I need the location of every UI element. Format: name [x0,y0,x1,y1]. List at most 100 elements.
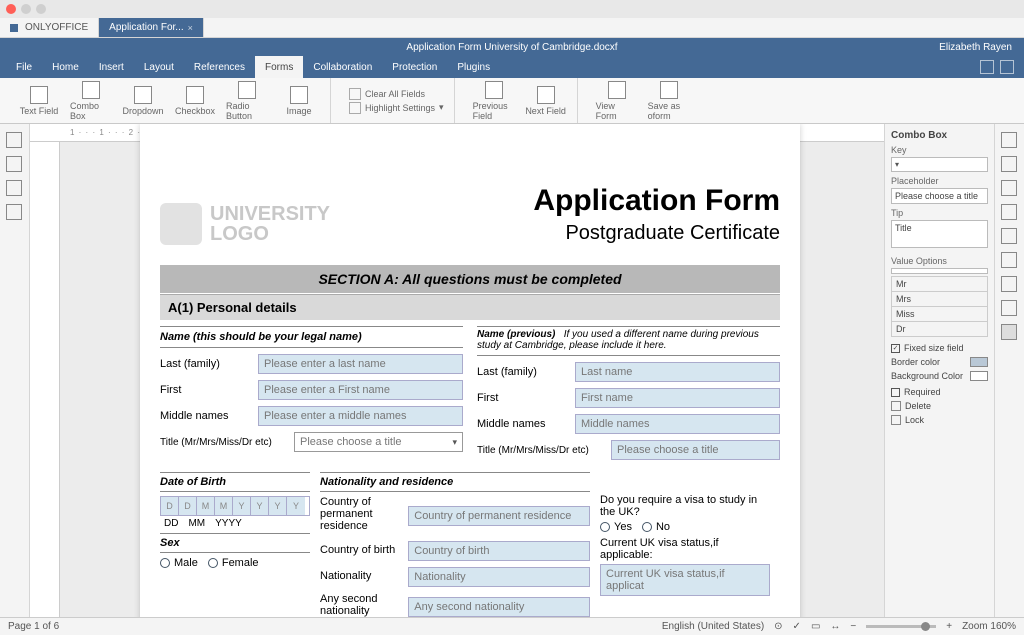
navigation-icon[interactable] [6,180,22,196]
second-nationality-field[interactable]: Any second nationality [408,597,590,617]
checkbox-icon [186,86,204,104]
feedback-icon[interactable] [6,204,22,220]
fit-width-icon[interactable]: ↔ [830,621,840,632]
page-indicator[interactable]: Page 1 of 6 [8,621,59,632]
option-miss[interactable]: Miss [891,307,988,322]
maximize-icon[interactable] [36,4,46,14]
key-input[interactable] [891,157,988,172]
mac-window-chrome [0,0,1024,18]
header-icon[interactable] [1001,204,1017,220]
previous-field-button[interactable]: Previous Field [473,81,515,121]
male-radio[interactable]: Male [160,557,198,569]
spell-check-icon[interactable]: ✓ [793,621,801,632]
visa-status-field[interactable]: Current UK visa status,if applicat [600,564,770,596]
view-form-button[interactable]: View Form [596,81,638,121]
language-selector[interactable]: English (United States) [662,621,764,632]
signature-icon[interactable] [1001,300,1017,316]
tip-input[interactable]: Title [891,220,988,248]
menu-file[interactable]: File [6,56,42,78]
prev-last-name-field[interactable]: Last name [575,362,780,382]
document-page[interactable]: UNIVERSITYLOGO Application Form Postgrad… [140,124,800,617]
clear-all-fields-button[interactable]: Clear All Fields [349,88,444,100]
option-mrs[interactable]: Mrs [891,292,988,307]
required-checkbox[interactable]: Required [891,387,988,397]
next-icon [537,86,555,104]
first-name-field[interactable]: Please enter a First name [258,380,463,400]
border-color-swatch[interactable] [970,357,988,367]
right-toolbar [994,124,1024,617]
search-icon[interactable] [6,132,22,148]
delete-button[interactable]: Delete [891,401,988,411]
prev-title-field[interactable]: Please choose a title [611,440,780,460]
value-input[interactable] [891,268,988,274]
save-oform-button[interactable]: Save as oform [648,81,690,121]
zoom-out-button[interactable]: − [850,621,856,632]
left-toolbar [0,124,30,617]
dropdown-button[interactable]: Dropdown [122,86,164,116]
last-name-field[interactable]: Please enter a last name [258,354,463,374]
menu-protection[interactable]: Protection [382,56,447,78]
legal-name-header: Name (this should be your legal name) [160,326,463,348]
menu-layout[interactable]: Layout [134,56,184,78]
dob-field[interactable]: DDMMYYYY [160,496,310,516]
female-radio[interactable]: Female [208,557,259,569]
menu-insert[interactable]: Insert [89,56,134,78]
value-options-list: Mr Mrs Miss Dr [891,276,988,337]
fixed-size-checkbox[interactable]: ✓Fixed size field [891,343,988,353]
middle-name-field[interactable]: Please enter a middle names [258,406,463,426]
clear-icon [349,88,361,100]
fit-page-icon[interactable]: ▭ [811,621,820,632]
zoom-slider[interactable] [866,625,936,628]
shape-icon[interactable] [1001,228,1017,244]
menu-collaboration[interactable]: Collaboration [303,56,382,78]
visa-yes-radio[interactable]: Yes [600,521,632,533]
country-perm-field[interactable]: Country of permanent residence [408,506,590,526]
canvas[interactable]: 1 · · · 1 · · · 2 · · · 3 · · · 4 · · · … [30,124,884,617]
form-title: Application Form [533,184,780,218]
title-combo[interactable]: Please choose a title [294,432,463,452]
find-icon[interactable] [980,60,994,74]
country-birth-field[interactable]: Country of birth [408,541,590,561]
option-dr[interactable]: Dr [891,322,988,337]
next-field-button[interactable]: Next Field [525,86,567,116]
tabs-bar: ONLYOFFICE Application For...× [0,18,1024,38]
paragraph-icon[interactable] [1001,132,1017,148]
option-mr[interactable]: Mr [891,276,988,292]
combo-box-button[interactable]: Combo Box [70,81,112,121]
minimize-icon[interactable] [21,4,31,14]
prev-first-name-field[interactable]: First name [575,388,780,408]
menu-references[interactable]: References [184,56,255,78]
menu-home[interactable]: Home [42,56,89,78]
checkbox-button[interactable]: Checkbox [174,86,216,116]
nationality-field[interactable]: Nationality [408,567,590,587]
tab-document[interactable]: Application For...× [99,18,204,37]
visa-no-radio[interactable]: No [642,521,670,533]
settings-icon[interactable] [1000,60,1014,74]
tab-app[interactable]: ONLYOFFICE [0,18,99,37]
trash-icon [891,401,901,411]
chart-icon[interactable] [1001,252,1017,268]
bg-color-swatch[interactable] [970,371,988,381]
text-field-button[interactable]: Text Field [18,86,60,116]
ribbon: Text Field Combo Box Dropdown Checkbox R… [0,78,1024,124]
image-button[interactable]: Image [278,86,320,116]
highlight-settings-button[interactable]: Highlight Settings ▾ [349,102,444,114]
prev-middle-name-field[interactable]: Middle names [575,414,780,434]
placeholder-input[interactable]: Please choose a title [891,188,988,204]
image-tool-icon[interactable] [1001,180,1017,196]
close-icon[interactable] [6,4,16,14]
menu-forms[interactable]: Forms [255,56,303,78]
table-icon[interactable] [1001,156,1017,172]
radio-icon [238,81,256,99]
zoom-in-button[interactable]: + [946,621,952,632]
form-settings-icon[interactable] [1001,324,1017,340]
text-art-icon[interactable] [1001,276,1017,292]
close-tab-icon[interactable]: × [188,23,193,33]
radio-button-button[interactable]: Radio Button [226,81,268,121]
comments-icon[interactable] [6,156,22,172]
prev-icon [485,81,503,99]
lock-button[interactable]: Lock [891,415,988,425]
menu-plugins[interactable]: Plugins [447,56,500,78]
track-changes-icon[interactable]: ⊙ [774,621,782,632]
zoom-label[interactable]: Zoom 160% [962,621,1016,632]
